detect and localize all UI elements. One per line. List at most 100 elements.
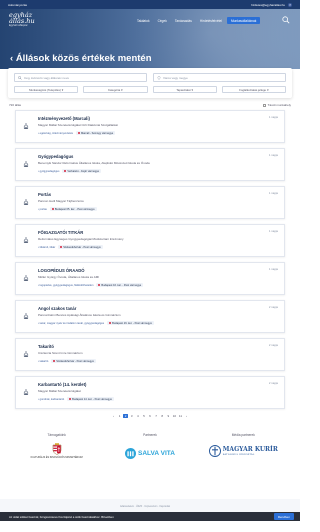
job-location-text: Budapest 05. ker. - Pest vármegye	[54, 207, 95, 211]
magyar-kurir-logo[interactable]: MAGYAR KURÍR KATOLIKUS HÍRPORTÁL	[208, 445, 278, 457]
search-filters: Cég, kulcsszó vagy állásnév neve Város v…	[8, 68, 292, 98]
job-company: Benemyik Sándor Református Általános Isk…	[38, 161, 150, 165]
job-location-text: Székesfehérvár - Pest vármegye	[56, 359, 94, 363]
ministry-name: KULTURÁLIS ÉS INNOVÁCIÓS MINISZTÉRIUM	[30, 456, 83, 459]
pagination-page[interactable]: 8	[160, 414, 165, 418]
job-tags: • titkárnő, titkár Székesfehérvár - Pest …	[38, 245, 278, 249]
pagination-page[interactable]: 7	[154, 414, 159, 418]
pagination-next[interactable]: ›	[184, 414, 189, 418]
keyword-search-input[interactable]: Cég, kulcsszó vagy állásnév neve	[14, 73, 147, 82]
church-icon	[23, 275, 29, 281]
job-card[interactable]: Intézményvezető (Marcali) Magyar Máltai S…	[15, 110, 285, 143]
search-icon[interactable]	[282, 16, 290, 24]
job-card[interactable]: Gyógypedagógus Benemyik Sándor Református…	[15, 148, 285, 181]
church-icon	[23, 199, 29, 205]
location-search-input[interactable]: Város vagy megye	[153, 73, 286, 82]
job-title[interactable]: Takarító	[38, 344, 278, 349]
job-company: Pannonhalmi Bencés Apátsági Általános Is…	[38, 313, 121, 317]
job-title[interactable]: Portás	[38, 192, 278, 197]
search-icon	[18, 75, 22, 80]
pagination-page[interactable]: 3	[129, 414, 134, 418]
checkbox-icon[interactable]	[263, 103, 267, 107]
pagination-page[interactable]: 4	[136, 414, 141, 418]
job-tag-list[interactable]: • gyógypedagógus	[38, 170, 59, 173]
pagination-prev[interactable]: ‹	[111, 414, 116, 418]
contact-email[interactable]: hirdetes@egyhazallas.hu	[251, 3, 285, 7]
job-tag-list[interactable]: • logopédus, gyógypedagógus, Nélkülözhet…	[38, 284, 93, 287]
salva-vita-logo[interactable]: SALVA VITA	[125, 448, 175, 459]
pagination-page[interactable]: 6	[148, 414, 153, 418]
site-logo[interactable]: egyház állás.hu Egyházi Álláspiac	[9, 12, 41, 31]
job-tag-list[interactable]: • egészség, intézményvezetés	[38, 132, 73, 135]
nav-item-post-job[interactable]: Hírdetésfelvétel	[197, 18, 225, 24]
job-posted-time: 1 napja	[268, 267, 278, 271]
footer-links[interactable]: Adatvédelem · ÁSZF · Impresszum · Kapcso…	[120, 505, 170, 508]
nav-item-companies[interactable]: Cégek	[155, 18, 170, 24]
chevron-down-icon: ▾	[61, 87, 64, 92]
top-bar: Adományozás hirdetes@egyhazallas.hu f	[0, 0, 300, 9]
job-card[interactable]: FŐIGAZGATÓI TITKÁR Református Egységes Gy…	[15, 224, 285, 257]
partners-column: Partnerek SALVA VITA	[110, 433, 190, 459]
chevron-down-icon: ▾	[121, 87, 123, 92]
supporters-column: Támogatóink KULTURÁLIS ÉS INNOVÁCIÓS MIN…	[17, 433, 97, 459]
pagination-page[interactable]: 1	[117, 414, 122, 418]
logo-tagline: Egyházi Álláspiac	[9, 24, 28, 27]
job-card[interactable]: LOGOPÉDUS ÓRAADÓ Müller György Óvoda, Ált…	[15, 262, 285, 295]
nav-item-advice[interactable]: Tanácsadás	[172, 18, 195, 24]
cookie-accept-button[interactable]: Rendben	[273, 513, 294, 520]
pagination-page[interactable]: 9	[166, 414, 171, 418]
job-card[interactable]: Karbantartó (14. kerület) Magyar Máltai S…	[15, 376, 285, 409]
job-location: Budapest 14. ker. - Pest vármegye	[67, 397, 114, 401]
select-category[interactable]: Kategória ▾	[83, 86, 148, 93]
job-location: Marcali - Somogy vármegye	[75, 131, 116, 135]
job-title[interactable]: FŐIGAZGATÓI TITKÁR	[38, 230, 278, 235]
job-card[interactable]: Angol szakos tanár Pannonhalmi Bencés Apá…	[15, 300, 285, 333]
job-company: Pannon Hetil Magyar Tájfrenzszos	[38, 199, 84, 203]
partners-section: Támogatóink KULTURÁLIS ÉS INNOVÁCIÓS MIN…	[0, 433, 300, 459]
job-company: Cisztercia Szent Imre Gimnázium	[38, 351, 83, 355]
job-company: Református Egységes Gyógypedagógiai Móds…	[38, 237, 124, 241]
job-posted-time: 1 napja	[268, 191, 278, 195]
church-icon	[23, 389, 29, 395]
job-card[interactable]: Takarító Cisztercia Szent Imre Gimnázium •…	[15, 338, 285, 371]
church-icon	[23, 123, 29, 129]
job-tag-list[interactable]: • portás	[38, 208, 47, 211]
job-tag-list[interactable]: • takarító	[38, 360, 48, 363]
job-tag-list[interactable]: • titkárnő, titkár	[38, 246, 55, 249]
main-nav: Találatok Cégek Tanácsadás Hírdetésfelvé…	[134, 17, 261, 25]
employees-button[interactable]: Munkavállalóknak	[226, 17, 261, 25]
select-experience[interactable]: Tapasztalat ▾	[152, 86, 217, 93]
job-location: Székesfehérvár - Pest vármegye	[51, 359, 96, 363]
job-location: Budapest 05. ker. - Pest vármegye	[49, 207, 97, 211]
job-tags: • tanár, magyar nyelv és irodalom tanár,…	[38, 321, 278, 325]
remote-filter[interactable]: Távoli munkahely	[263, 103, 291, 107]
results-count: 720 állás	[9, 103, 22, 107]
supporters-title: Támogatóink	[47, 433, 66, 437]
pagination: ‹ 1 2 3 4 5 6 7 8 9 10 11 ›	[0, 414, 300, 418]
location-pin-icon	[69, 398, 72, 400]
job-title[interactable]: Intézményvezető (Marcali)	[38, 116, 278, 121]
select-employment-type[interactable]: Foglalkoztatás jellege ▾	[221, 86, 286, 93]
results-meta: 720 állás Távoli munkahely	[0, 103, 300, 107]
job-company: Müller György Óvoda, Általános Iskola és…	[38, 275, 100, 279]
facebook-icon[interactable]: f	[288, 2, 292, 7]
page-title-text: Állások közös értékek mentén	[15, 53, 152, 64]
job-card[interactable]: Portás Pannon Hetil Magyar Tájfrenzszos • …	[15, 186, 285, 219]
media-partners-title: Média partnerek	[231, 433, 255, 437]
job-location: Verbaiszo - Fejér vármegye	[62, 169, 102, 173]
job-title[interactable]: LOGOPÉDUS ÓRAADÓ	[38, 268, 278, 273]
pagination-page[interactable]: 2	[123, 414, 128, 418]
job-title[interactable]: Karbantartó (14. kerület)	[38, 382, 278, 387]
pagination-page[interactable]: 10	[172, 414, 177, 418]
pagination-page[interactable]: 5	[142, 414, 147, 418]
job-tag-list[interactable]: • gondnok, karbantartó	[38, 398, 64, 401]
nav-item-results[interactable]: Találatok	[134, 18, 153, 24]
select-label: Tapasztalat	[176, 87, 191, 92]
job-tag-list[interactable]: • tanár, magyar nyelv és irodalom tanár,…	[38, 322, 104, 325]
select-work-location[interactable]: Munkavégzés (Település) ▾	[14, 86, 79, 93]
job-title[interactable]: Angol szakos tanár	[38, 306, 278, 311]
pagination-page[interactable]: 11	[178, 414, 183, 418]
job-title[interactable]: Gyógypedagógus	[38, 154, 278, 159]
job-location: Budapest 16. ker. - Pest vármegye	[96, 283, 144, 287]
donate-link[interactable]: Adományozás	[8, 3, 27, 7]
